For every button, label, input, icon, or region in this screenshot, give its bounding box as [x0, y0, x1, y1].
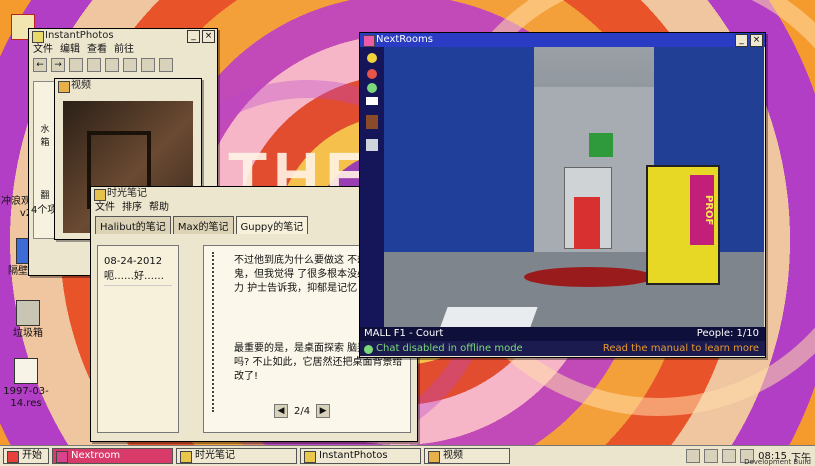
menubar: 文件 编辑 查看 前往	[29, 43, 217, 56]
menu-view[interactable]: 查看	[87, 43, 107, 56]
task-video[interactable]: 视频	[424, 448, 510, 464]
instantphotos-titlebar[interactable]: InstantPhotos _ ×	[29, 29, 217, 43]
image-icon[interactable]	[105, 58, 119, 72]
start-button[interactable]: 开始	[3, 448, 49, 464]
blood-pool	[524, 267, 654, 287]
chat-bar: Chat disabled in offline mode Read the m…	[360, 341, 765, 356]
network-icon[interactable]	[704, 449, 719, 463]
tab-max[interactable]: Max的笔记	[172, 216, 234, 234]
side-item[interactable]: 箱	[34, 135, 56, 148]
exit-sign-icon	[589, 133, 613, 157]
app-icon	[58, 81, 70, 93]
task-nextroom[interactable]: Nextroom	[52, 448, 173, 464]
forward-arrow-icon[interactable]: →	[51, 58, 65, 72]
desktop-icon-file[interactable]: 1997-03-14.res	[0, 358, 52, 410]
toolbar: ← →	[29, 56, 217, 74]
app-icon	[363, 35, 375, 47]
page-indicator: 2/4	[294, 405, 311, 417]
task-label: 时光笔记	[195, 450, 235, 461]
prev-page-icon[interactable]: ◀	[274, 404, 288, 418]
entry-date: 08-24-2012	[104, 256, 163, 267]
side-item[interactable]: 水	[34, 122, 56, 135]
window-title: InstantPhotos	[45, 30, 114, 41]
video-icon	[428, 451, 440, 463]
menu-file[interactable]: 文件	[33, 43, 53, 56]
menu-edit[interactable]: 编辑	[60, 43, 80, 56]
manual-link[interactable]: Read the manual to learn more	[603, 341, 759, 356]
minimize-icon[interactable]: _	[735, 34, 748, 47]
emote-angry-icon[interactable]	[367, 69, 377, 79]
volume-icon[interactable]	[722, 449, 737, 463]
app-icon	[32, 31, 44, 43]
tab-halibut[interactable]: Halibut的笔记	[95, 216, 171, 234]
settings-icon[interactable]	[159, 58, 173, 72]
minimize-icon[interactable]: _	[187, 30, 200, 43]
spiral-binding	[212, 252, 224, 412]
emote-sick-icon[interactable]	[367, 83, 377, 93]
file-icon	[14, 358, 38, 384]
trash-icon	[16, 300, 40, 326]
start-icon	[7, 451, 19, 463]
side-item[interactable]: 翻	[34, 188, 56, 201]
task-notes[interactable]: 时光笔记	[176, 448, 297, 464]
window-title: NextRooms	[376, 34, 433, 45]
pager: ◀ 2/4 ▶	[274, 404, 331, 418]
next-page-icon[interactable]: ▶	[316, 404, 331, 418]
desktop-icon-label: 垃圾箱	[13, 328, 43, 339]
task-label: Nextroom	[71, 450, 121, 461]
task-instantphotos[interactable]: InstantPhotos	[300, 448, 421, 464]
menu-sort[interactable]: 排序	[122, 201, 142, 214]
nextrooms-titlebar[interactable]: NextRooms _ ×	[360, 33, 765, 47]
arcade-machine: PROF	[646, 165, 720, 285]
backpack-icon[interactable]	[366, 115, 378, 129]
stairs-icon[interactable]	[366, 139, 378, 151]
emote-happy-icon[interactable]	[367, 53, 377, 63]
bulb-icon[interactable]	[686, 449, 701, 463]
notes-icon	[94, 189, 106, 201]
location-label: MALL F1 - Court	[364, 328, 444, 339]
floor-photo	[440, 307, 538, 327]
photos-icon	[304, 451, 316, 463]
task-label: InstantPhotos	[319, 450, 388, 461]
entry-preview: 呃……好……	[104, 271, 164, 282]
people-count: People: 1/10	[696, 328, 759, 339]
notes-icon	[180, 451, 192, 463]
chat-status: Chat disabled in offline mode	[360, 343, 523, 354]
chat-disabled-text: Chat disabled in offline mode	[376, 343, 523, 354]
emote-sidebar	[360, 47, 384, 341]
video-titlebar[interactable]: 视频	[55, 79, 201, 93]
desktop-icon-label: 1997-03-14.res	[3, 386, 49, 409]
entry-list: 08-24-2012 呃……好……	[97, 245, 179, 433]
entry-item[interactable]: 08-24-2012 呃……好……	[104, 256, 172, 286]
chat-icon	[364, 345, 373, 354]
window-title: 时光笔记	[107, 188, 147, 199]
close-icon[interactable]: ×	[750, 34, 763, 47]
start-label: 开始	[22, 450, 42, 461]
task-label: 视频	[443, 450, 463, 461]
cat-icon[interactable]	[123, 58, 137, 72]
taskbar: 开始 Nextroom 时光笔记 InstantPhotos 视频 08:15 …	[0, 445, 815, 466]
menu-file[interactable]: 文件	[95, 201, 115, 214]
desktop-icon-trash[interactable]: 垃圾箱	[0, 300, 56, 340]
close-icon[interactable]: ×	[202, 30, 215, 43]
folder-icon[interactable]	[69, 58, 83, 72]
player-character	[574, 197, 600, 249]
game-viewport[interactable]: PROF	[384, 47, 764, 327]
desktop: THE 冲浪观察器v2 隔壁房间 垃圾箱 1997-03-14.res Inst…	[0, 0, 815, 445]
tab-guppy[interactable]: Guppy的笔记	[235, 216, 309, 234]
nextrooms-window[interactable]: NextRooms _ × PROF MALL F1 - Court Peopl…	[359, 32, 766, 358]
menu-go[interactable]: 前往	[114, 43, 134, 56]
chat-bubble-icon[interactable]	[366, 97, 378, 105]
location-bar: MALL F1 - Court People: 1/10	[360, 327, 765, 341]
back-arrow-icon[interactable]: ←	[33, 58, 47, 72]
window-title: 视频	[71, 80, 91, 91]
menu-help[interactable]: 帮助	[149, 201, 169, 214]
nextroom-icon	[56, 451, 68, 463]
grid-icon[interactable]	[87, 58, 101, 72]
arcade-sign: PROF	[690, 175, 714, 245]
trash-icon[interactable]	[141, 58, 155, 72]
